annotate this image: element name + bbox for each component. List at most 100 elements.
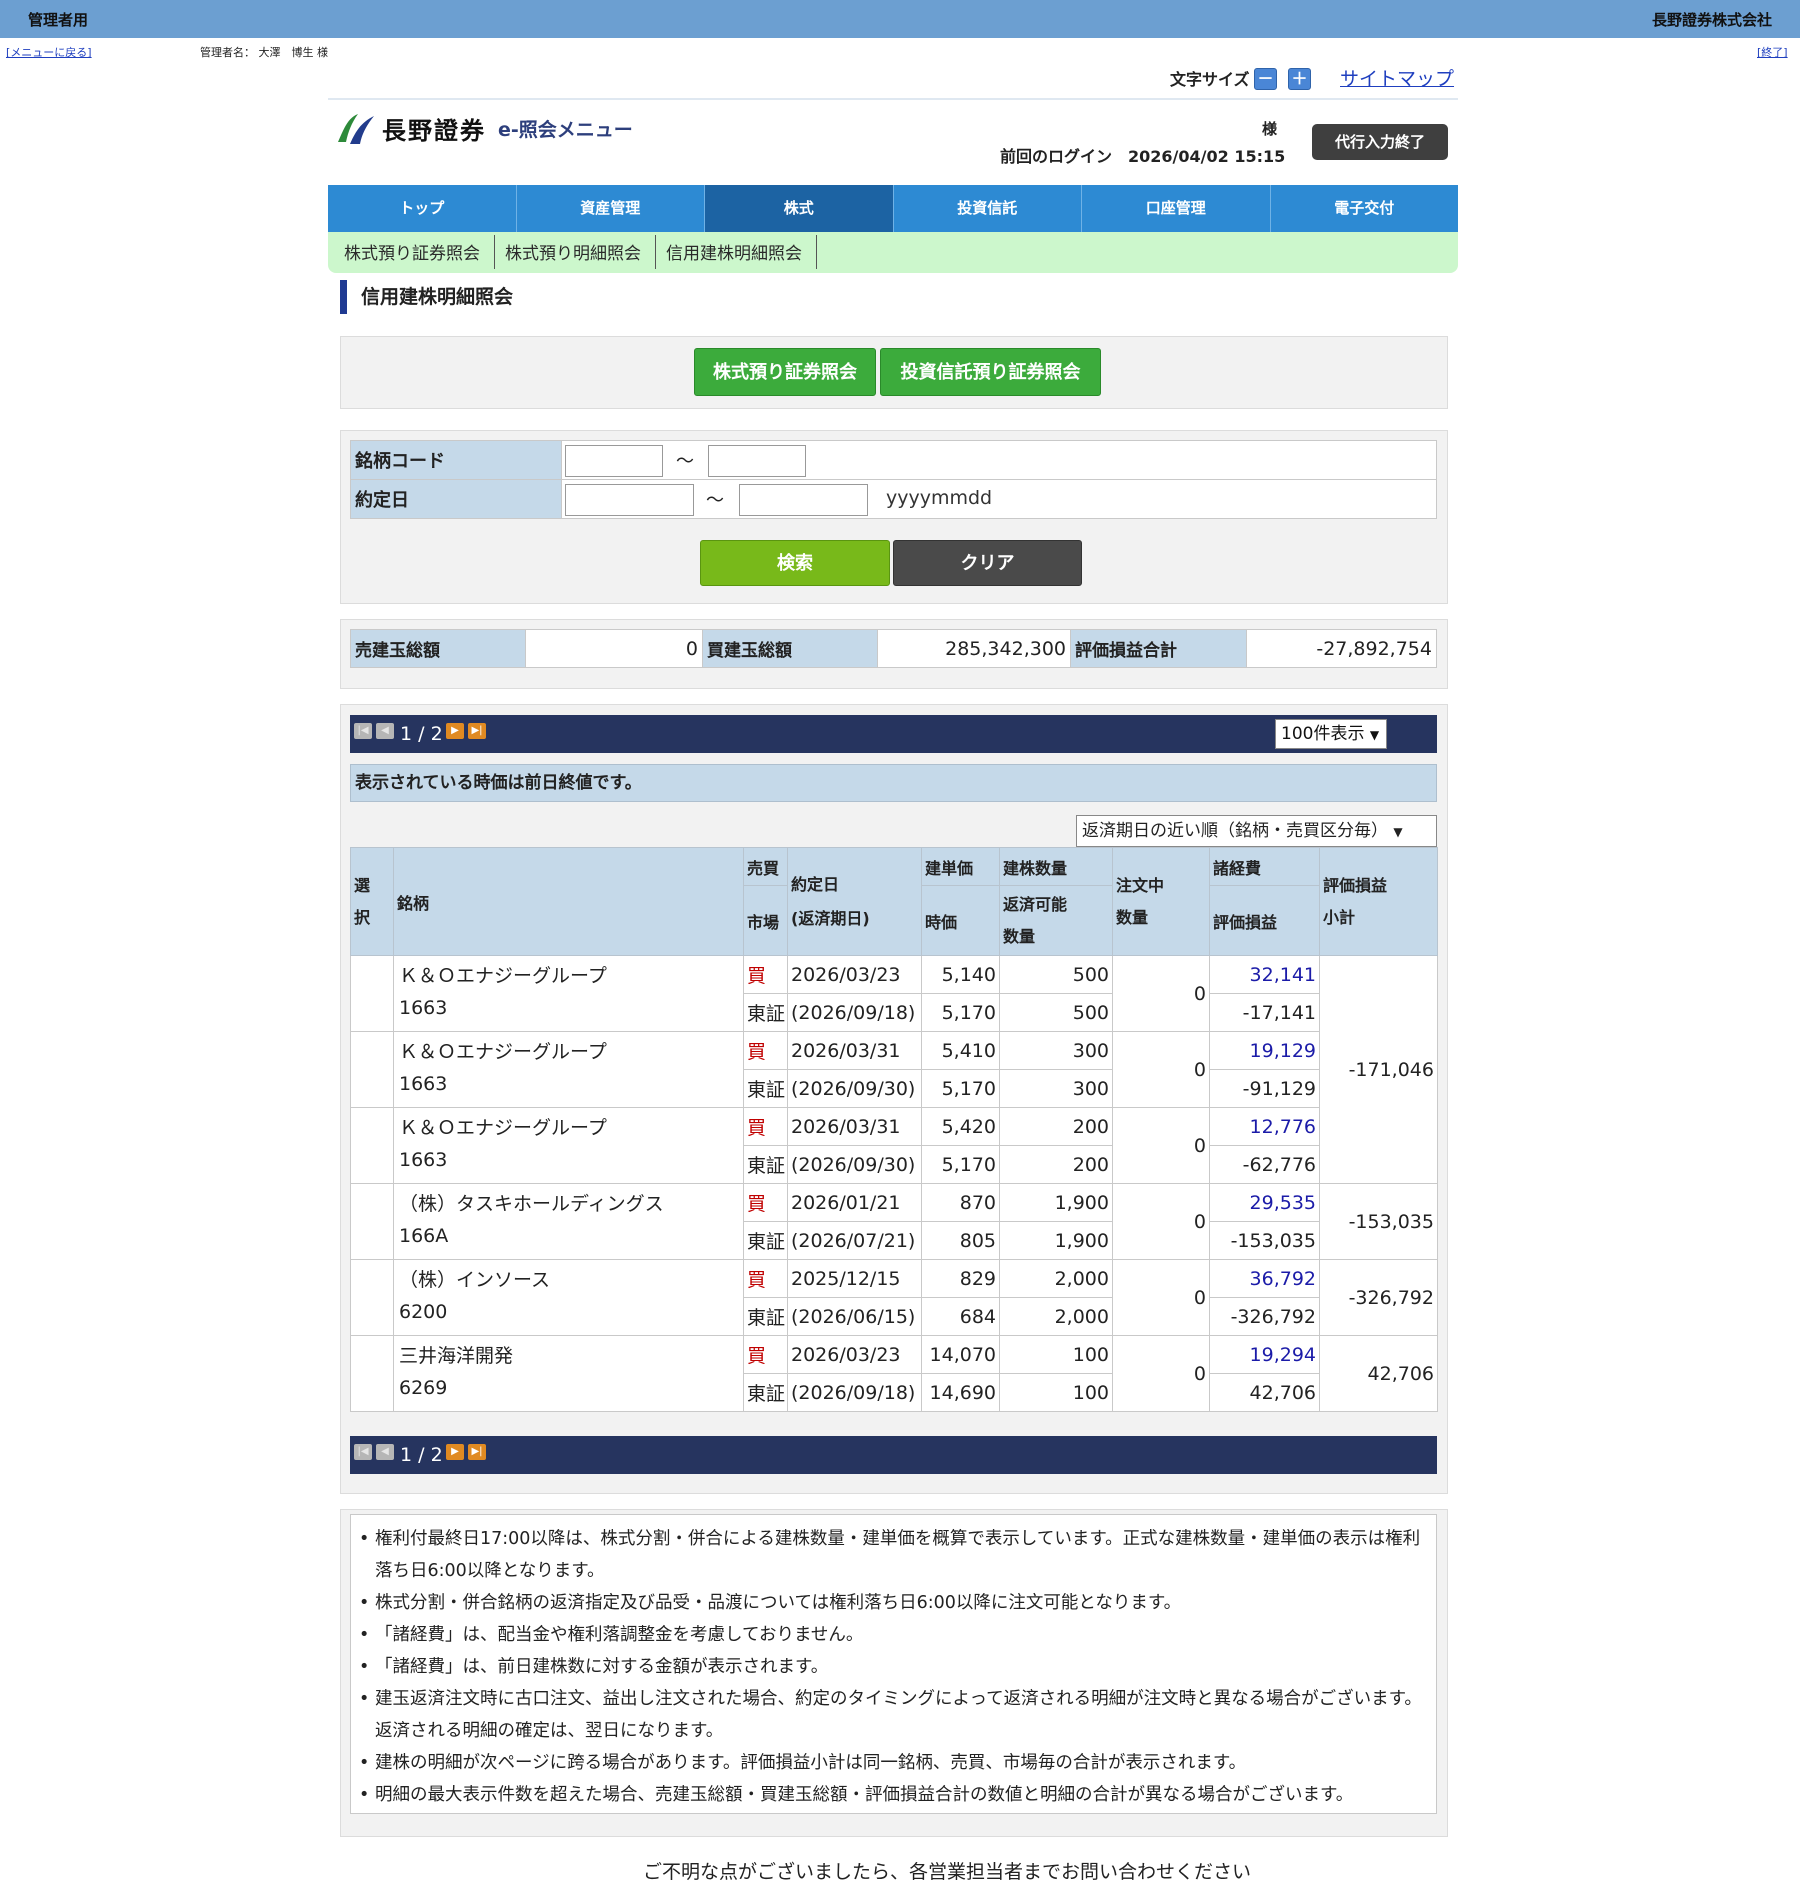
pl: -91,129	[1209, 1069, 1320, 1108]
first-page-icon[interactable]: |◀	[354, 723, 372, 739]
sort-select[interactable]: 返済期日の近い順（銘柄・売買区分毎） ▼	[1076, 815, 1437, 847]
stock-code: 166A	[399, 1225, 449, 1247]
side-value: 買	[743, 1335, 788, 1374]
trade-date: 2026/03/31	[787, 1031, 922, 1070]
cost: 32,141	[1209, 955, 1320, 994]
trade-date: 2026/03/31	[787, 1107, 922, 1146]
order-qty: 0	[1112, 1259, 1210, 1336]
order-qty: 0	[1112, 1183, 1210, 1260]
col-date: 約定日 (返済期日)	[787, 847, 922, 956]
cost: 12,776	[1209, 1107, 1320, 1146]
order-qty: 0	[1112, 1031, 1210, 1108]
search-button[interactable]: 検索	[700, 540, 890, 586]
side-value: 買	[743, 1183, 788, 1222]
open-price: 5,410	[921, 1031, 1000, 1070]
clear-button[interactable]: クリア	[893, 540, 1082, 586]
open-price: 870	[921, 1183, 1000, 1222]
notes-list: 権利付最終日17:00以降は、株式分割・併合による建株数量・建単価を概算で表示し…	[350, 1514, 1437, 1814]
pl: 42,706	[1209, 1373, 1320, 1412]
trade-date: 2025/12/15	[787, 1259, 922, 1298]
date-to-input[interactable]	[739, 484, 868, 516]
code-from-input[interactable]	[565, 445, 663, 477]
fund-custody-button[interactable]: 投資信託預り証券照会	[880, 348, 1101, 396]
due-date: (2026/09/30)	[787, 1145, 922, 1184]
code-tilde: ～	[676, 451, 694, 472]
footer-contact-text: ご不明な点がございましたら、各営業担当者までお問い合わせください	[642, 1861, 1251, 1883]
col-repay-qty: 返済可能 数量	[999, 885, 1113, 956]
tab-funds[interactable]: 投資信託	[894, 185, 1082, 232]
qty: 500	[999, 955, 1113, 994]
market-value: 東証	[743, 1373, 788, 1412]
per-page-select[interactable]: 100件表示 ▼	[1275, 719, 1387, 749]
market-value: 東証	[743, 1297, 788, 1336]
open-price: 14,070	[921, 1335, 1000, 1374]
col-order-qty: 注文中 数量	[1112, 847, 1210, 956]
date-from-input[interactable]	[565, 484, 694, 516]
prev-page-icon[interactable]: ◀	[376, 723, 394, 739]
end-link[interactable]: [終了]	[1757, 44, 1788, 60]
pl: -17,141	[1209, 993, 1320, 1032]
tab-top[interactable]: トップ	[328, 185, 517, 232]
pl-subtotal: -153,035	[1319, 1183, 1438, 1260]
logo[interactable]: 長野證券 e-照会メニュー	[334, 106, 633, 150]
stock-code: 6269	[399, 1377, 448, 1399]
note-item: 建株の明細が次ページに跨る場合があります。評価損益小計は同一銘柄、売買、市場毎の…	[357, 1747, 1430, 1779]
col-qty: 建株数量	[999, 847, 1113, 886]
proxy-end-button[interactable]: 代行入力終了	[1312, 124, 1448, 160]
prev-page-icon[interactable]: ◀	[376, 1444, 394, 1460]
col-pl: 評価損益	[1209, 885, 1320, 956]
last-page-icon[interactable]: ▶|	[468, 723, 486, 739]
table-row: 三井海洋開発 6269 買 2026/03/23 14,070 100 0 19,…	[350, 1335, 1438, 1412]
subnav-stock-custody[interactable]: 株式預り証券照会	[334, 235, 495, 269]
col-trade-date: 約定日	[791, 874, 840, 894]
market-value: 東証	[743, 1145, 788, 1184]
subnav-margin-details[interactable]: 信用建株明細照会	[656, 235, 817, 269]
tab-account[interactable]: 口座管理	[1082, 185, 1271, 232]
note-item: 「諸経費」は、前日建株数に対する金額が表示されます。	[357, 1651, 1430, 1683]
col-price: 時価	[921, 885, 1000, 956]
per-page-value: 100件表示	[1281, 724, 1365, 744]
stock-code: 1663	[399, 1073, 448, 1095]
pl: -62,776	[1209, 1145, 1320, 1184]
due-date: (2026/09/30)	[787, 1069, 922, 1108]
font-size-label: 文字サイズ	[1170, 70, 1250, 89]
page-title: 信用建株明細照会	[340, 280, 513, 314]
side-value: 買	[743, 1031, 788, 1070]
code-to-input[interactable]	[708, 445, 806, 477]
select-cell[interactable]	[350, 1183, 394, 1260]
select-cell[interactable]	[350, 1031, 394, 1108]
cost: 19,129	[1209, 1031, 1320, 1070]
table-row: （株）インソース 6200 買 2025/12/15 829 2,000 0 36…	[350, 1259, 1438, 1336]
repay-qty: 200	[999, 1145, 1113, 1184]
next-page-icon[interactable]: ▶	[446, 1444, 464, 1460]
stock-name: Ｋ＆Ｏエナジーグループ	[399, 1041, 607, 1063]
select-cell[interactable]	[350, 1259, 394, 1336]
col-cost: 諸経費	[1209, 847, 1320, 886]
logo-mark-icon	[338, 114, 374, 144]
main-nav: トップ 資産管理 株式 投資信託 口座管理 電子交付	[328, 185, 1458, 232]
tab-e-delivery[interactable]: 電子交付	[1271, 185, 1459, 232]
date-tilde: ～	[706, 490, 724, 511]
trade-date: 2026/01/21	[787, 1183, 922, 1222]
last-page-icon[interactable]: ▶|	[468, 1444, 486, 1460]
stock-custody-button[interactable]: 株式預り証券照会	[694, 348, 876, 396]
select-cell[interactable]	[350, 1335, 394, 1412]
tab-stocks[interactable]: 株式	[705, 185, 894, 232]
sitemap-link[interactable]: サイトマップ	[1340, 64, 1454, 91]
next-page-icon[interactable]: ▶	[446, 723, 464, 739]
first-page-icon[interactable]: |◀	[354, 1444, 372, 1460]
pl-subtotal: 42,706	[1319, 1335, 1438, 1412]
open-price: 5,420	[921, 1107, 1000, 1146]
qty: 200	[999, 1107, 1113, 1146]
back-to-menu-link[interactable]: [メニューに戻る]	[6, 44, 92, 60]
side-value: 買	[743, 1259, 788, 1298]
font-size-plus-button[interactable]: ＋	[1288, 68, 1311, 90]
select-cell[interactable]	[350, 955, 394, 1032]
select-cell[interactable]	[350, 1107, 394, 1184]
qty: 2,000	[999, 1259, 1113, 1298]
due-date: (2026/07/21)	[787, 1221, 922, 1260]
order-qty: 0	[1112, 1335, 1210, 1412]
subnav-stock-details[interactable]: 株式預り明細照会	[495, 235, 656, 269]
font-size-minus-button[interactable]: －	[1254, 68, 1277, 90]
tab-assets[interactable]: 資産管理	[517, 185, 705, 232]
